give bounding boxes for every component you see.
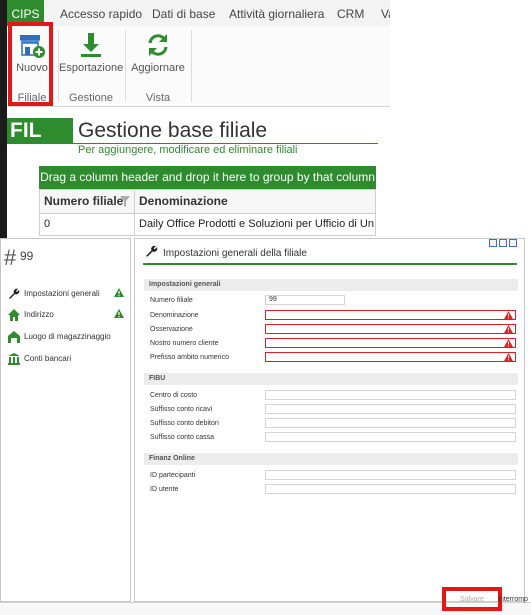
settings-title-underline (143, 263, 517, 265)
wrench-icon (146, 245, 158, 257)
nav-item-label: Luogo di magazzinaggio (24, 332, 111, 341)
group-by-panel[interactable]: Drag a column header and drop it here to… (39, 166, 376, 189)
wrench-icon (9, 288, 20, 299)
suffisso-conto-debitori-input[interactable] (265, 418, 516, 428)
error-icon (504, 339, 513, 347)
tab-attivita-giornaliera[interactable]: Attività giornaliera (229, 0, 324, 26)
group-label-vista: Vista (145, 92, 171, 104)
email-icon[interactable] (489, 239, 497, 247)
tab-dati-di-base[interactable]: Dati di base (152, 0, 215, 26)
table-row[interactable]: 0 Daily Office Prodotti e Soluzioni per … (39, 214, 376, 236)
nav-item-luogo-di-magazzinaggio[interactable]: Luogo di magazzinaggio (6, 329, 128, 345)
ribbon-divider (125, 30, 126, 102)
module-badge: FIL (7, 118, 73, 144)
cell-numero-filiale: 0 (44, 218, 51, 230)
refresh-button-label: Aggiornare (131, 62, 185, 74)
warehouse-icon (8, 331, 20, 343)
field-label-suffisso-conto-debitori: Suffisso conto debitori (150, 420, 219, 427)
cell-denominazione: Daily Office Prodotti e Soluzioni per Uf… (139, 218, 374, 230)
bank-icon (8, 353, 20, 365)
tab-crm[interactable]: CRM (337, 0, 364, 26)
export-button[interactable]: Esportazione (59, 26, 123, 82)
group-label-gestione: Gestione (68, 92, 114, 104)
column-header-numero-filiale[interactable]: Numero filiale (44, 190, 123, 213)
ribbon-tab-bar: CIPS Accesso rapido Dati di base Attivit… (7, 0, 390, 27)
home-icon (8, 309, 20, 321)
field-label-id-partecipanti: ID partecipanti (150, 472, 196, 479)
prefisso-ambito-numerico-input[interactable] (265, 352, 516, 362)
close-icon[interactable] (509, 239, 517, 247)
hash-icon: # (4, 245, 17, 270)
id-utente-input[interactable] (265, 484, 516, 494)
denominazione-input[interactable] (265, 310, 516, 320)
refresh-button[interactable]: Aggiornare (129, 26, 187, 82)
section-header-fibu: FIBU (144, 373, 518, 385)
error-icon (504, 325, 513, 333)
error-icon (504, 311, 513, 319)
nav-item-impostazioni-generali[interactable]: Impostazioni generali (6, 286, 128, 302)
window-edge (0, 0, 7, 238)
field-label-centro-di-costo: Centro di costo (150, 392, 198, 399)
warning-icon (114, 288, 124, 297)
field-label-suffisso-conto-cassa: Suffisso conto cassa (150, 434, 215, 441)
ribbon-divider (58, 30, 59, 102)
centro-di-costo-input[interactable] (265, 390, 516, 400)
new-button-highlight (8, 22, 53, 106)
refresh-icon (148, 34, 168, 56)
ribbon-divider (191, 30, 192, 102)
tab-vendite[interactable]: Va (381, 0, 390, 26)
grid-header: Numero filiale Denominazione (39, 189, 376, 214)
download-icon (81, 33, 101, 57)
ribbon: Nuovo Esportazione Aggiornare Filiale Ge… (7, 26, 390, 107)
column-divider (134, 214, 135, 235)
nav-item-label: Impostazioni generali (24, 289, 100, 298)
id-partecipanti-input[interactable] (265, 470, 516, 480)
field-label-osservazione: Osservazione (150, 326, 193, 333)
field-label-suffisso-conto-ricavi: Suffisso conto ricavi (150, 406, 213, 413)
field-label-nostro-numero-cliente: Nostro numero cliente (150, 340, 219, 347)
record-id: 99 (20, 249, 34, 263)
section-header-finanz-online: Finanz Online (144, 453, 518, 465)
save-icon[interactable] (499, 239, 507, 247)
nav-item-label: Indirizzo (24, 310, 54, 319)
tab-accesso-rapido[interactable]: Accesso rapido (60, 0, 142, 26)
warning-icon (114, 309, 124, 318)
numero-filiale-input[interactable]: 99 (265, 295, 345, 305)
nav-item-indirizzo[interactable]: Indirizzo (6, 307, 128, 323)
nav-item-conti-bancari[interactable]: Conti bancari (6, 351, 128, 367)
suffisso-conto-ricavi-input[interactable] (265, 404, 516, 414)
column-header-denominazione[interactable]: Denominazione (139, 190, 228, 213)
filter-icon[interactable] (120, 196, 130, 207)
field-label-numero-filiale: Numero filiale (150, 297, 193, 304)
error-icon (504, 353, 513, 361)
nav-item-label: Conti bancari (24, 354, 72, 363)
page-subtitle: Per aggiungere, modificare ed eliminare … (78, 144, 298, 156)
page-title: Gestione base filiale (78, 119, 268, 142)
settings-title: Impostazioni generali della filiale (163, 248, 307, 259)
cancel-button[interactable]: Interromp (498, 591, 531, 611)
osservazione-input[interactable] (265, 324, 516, 334)
field-label-denominazione: Denominazione (150, 312, 199, 319)
suffisso-conto-cassa-input[interactable] (265, 432, 516, 442)
field-label-prefisso-ambito-numerico: Prefisso ambito numerico (150, 354, 229, 361)
section-header-general: Impostazioni generali (144, 279, 518, 291)
export-button-label: Esportazione (59, 62, 124, 74)
save-button-highlight (442, 587, 502, 611)
column-divider (134, 190, 135, 213)
nostro-numero-cliente-input[interactable] (265, 338, 516, 348)
field-label-id-utente: ID utente (150, 486, 179, 493)
